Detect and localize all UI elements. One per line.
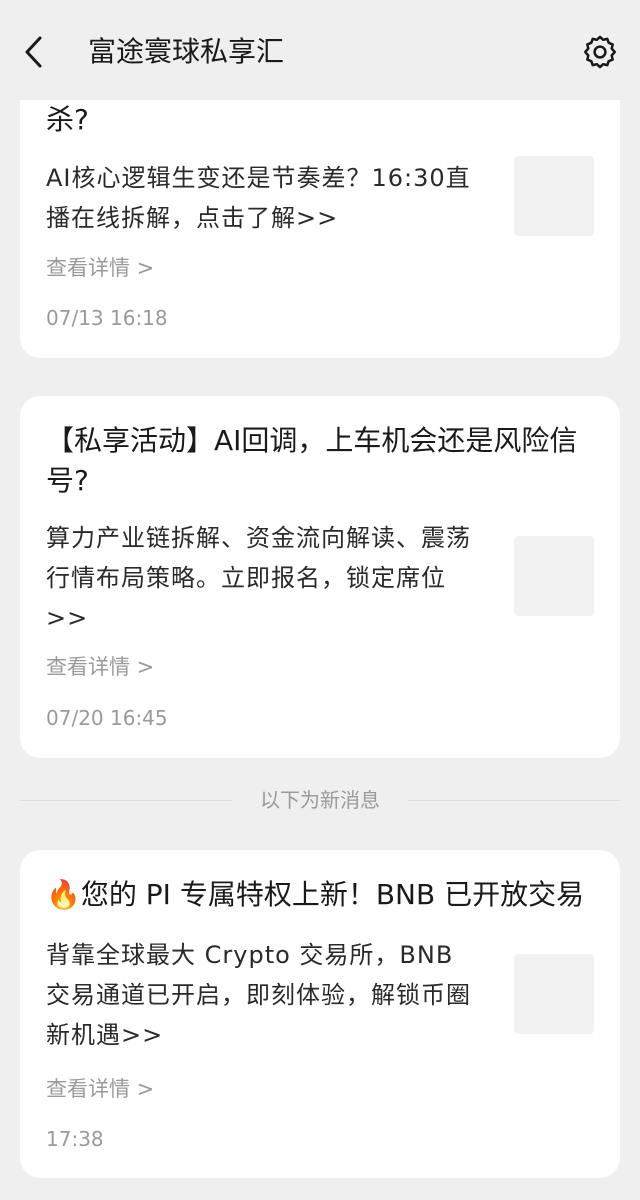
card-thumbnail	[514, 156, 594, 236]
message-card[interactable]: 🔥您的 PI 专属特权上新！BNB 已开放交易 背靠全球最大 Crypto 交易…	[20, 850, 620, 1178]
settings-button[interactable]	[578, 30, 622, 74]
gear-icon	[584, 35, 616, 69]
card-title: 【私享活动】AI回调，上车机会还是风险信号?	[46, 424, 578, 497]
card-title: 杀?	[46, 103, 89, 136]
card-body: 算力产业链拆解、资金流向解读、震荡行情布局策略。立即报名，锁定席位>>	[46, 524, 471, 632]
message-card[interactable]: 杀? AI核心逻辑生变还是节奏差？16:30直播在线拆解，点击了解>> 查看详情…	[20, 60, 620, 358]
card-timestamp: 07/20 16:45	[46, 706, 168, 730]
card-title-text: 您的 PI 专属特权上新！BNB 已开放交易	[80, 878, 585, 911]
view-details-link[interactable]: 查看详情 >	[46, 652, 154, 682]
top-bar: 富途寰球私享汇	[0, 0, 640, 100]
back-button[interactable]	[14, 30, 54, 74]
page-title: 富途寰球私享汇	[88, 35, 285, 68]
view-details-link[interactable]: 查看详情 >	[46, 253, 154, 283]
card-timestamp: 17:38	[46, 1127, 104, 1151]
fire-icon: 🔥	[46, 878, 81, 911]
divider-line-right	[408, 800, 620, 801]
card-body: AI核心逻辑生变还是节奏差？16:30直播在线拆解，点击了解>>	[46, 164, 471, 232]
view-details-link[interactable]: 查看详情 >	[46, 1074, 154, 1104]
card-body: 背靠全球最大 Crypto 交易所，BNB 交易通道已开启，即刻体验，解锁币圈新…	[46, 941, 471, 1049]
card-title: 🔥您的 PI 专属特权上新！BNB 已开放交易	[46, 875, 594, 915]
new-messages-divider: 以下为新消息	[0, 786, 640, 814]
message-card[interactable]: 【私享活动】AI回调，上车机会还是风险信号? 算力产业链拆解、资金流向解读、震荡…	[20, 396, 620, 758]
card-thumbnail	[514, 536, 594, 616]
chevron-left-icon	[25, 36, 42, 68]
card-timestamp: 07/13 16:18	[46, 306, 168, 330]
card-thumbnail	[514, 954, 594, 1034]
